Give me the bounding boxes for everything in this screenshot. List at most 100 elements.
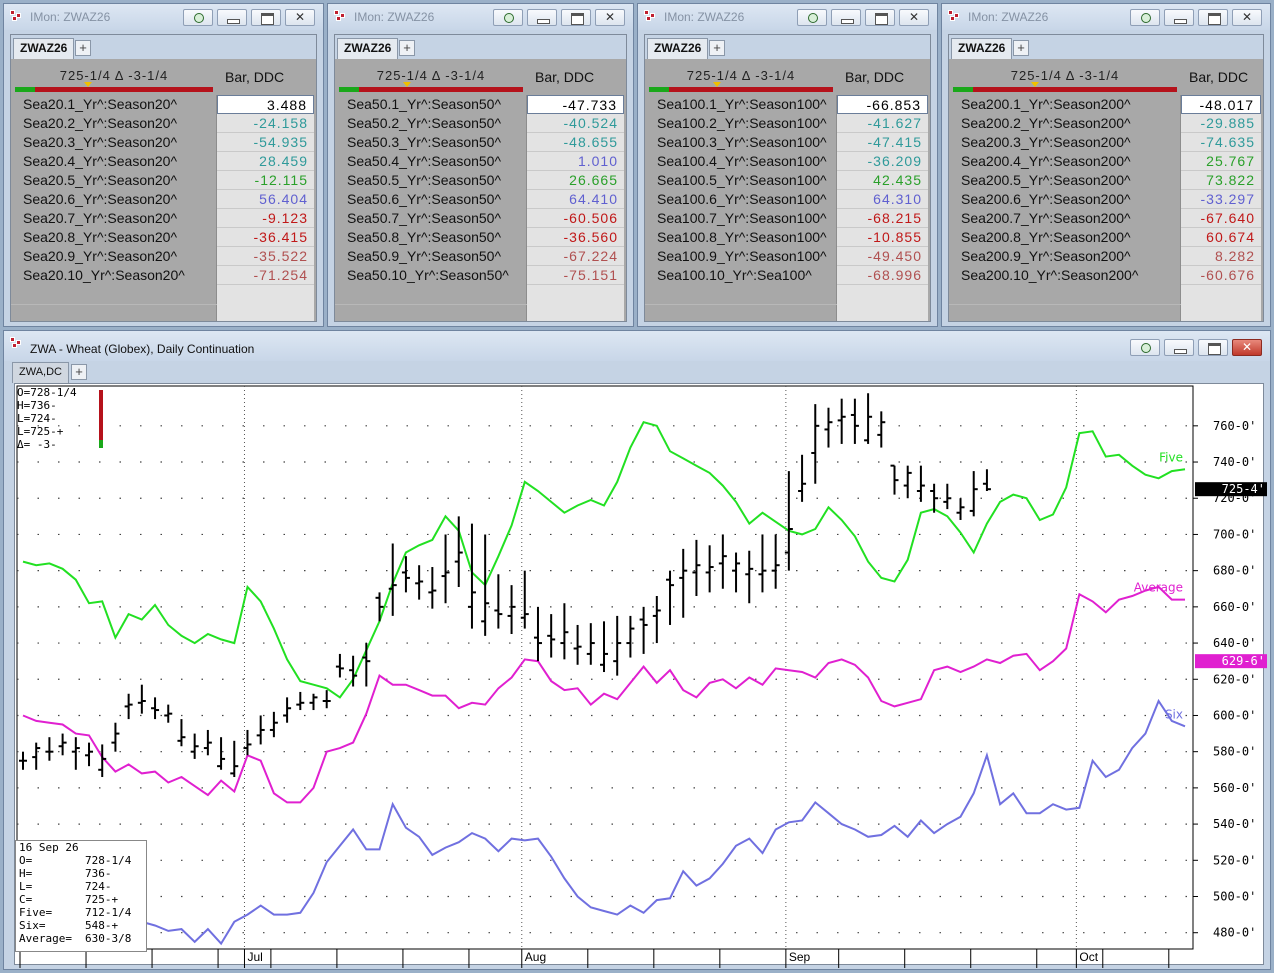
quote-window-titlebar[interactable]: IMon: ZWAZ26 ✕ bbox=[4, 4, 323, 30]
symbol-value[interactable]: -10.855 bbox=[837, 228, 928, 247]
quote-row[interactable]: Sea100.1_Yr^:Season100^ -66.853 bbox=[645, 95, 930, 114]
minimize-button[interactable] bbox=[1164, 339, 1194, 356]
symbol-value[interactable]: -68.215 bbox=[837, 209, 928, 228]
column-header-bar-ddc[interactable]: Bar, DDC bbox=[225, 69, 284, 85]
symbol-value[interactable]: -33.297 bbox=[1181, 190, 1261, 209]
minimize-button[interactable] bbox=[1164, 9, 1194, 26]
add-tab-button[interactable]: + bbox=[709, 40, 725, 56]
symbol-value[interactable]: 42.435 bbox=[837, 171, 928, 190]
quote-row[interactable]: Sea100.9_Yr^:Season100^ -49.450 bbox=[645, 247, 930, 266]
quote-row[interactable]: Sea20.1_Yr^:Season20^ 3.488 bbox=[11, 95, 316, 114]
maximize-button[interactable] bbox=[251, 9, 281, 26]
quote-row[interactable]: Sea20.6_Yr^:Season20^ 56.404 bbox=[11, 190, 316, 209]
quote-row[interactable]: Sea100.5_Yr^:Season100^ 42.435 bbox=[645, 171, 930, 190]
tab-zwaz26[interactable]: ZWAZ26 bbox=[951, 38, 1013, 59]
symbol-value[interactable]: 60.674 bbox=[1181, 228, 1261, 247]
symbol-value[interactable]: 64.310 bbox=[837, 190, 928, 209]
quote-row[interactable]: Sea100.2_Yr^:Season100^ -41.627 bbox=[645, 114, 930, 133]
column-header-bar-ddc[interactable]: Bar, DDC bbox=[1189, 69, 1248, 85]
add-tab-button[interactable]: + bbox=[1013, 40, 1029, 56]
quote-row[interactable]: Sea20.4_Yr^:Season20^ 28.459 bbox=[11, 152, 316, 171]
symbol-value[interactable]: -74.635 bbox=[1181, 133, 1261, 152]
quote-row[interactable]: Sea100.3_Yr^:Season100^ -47.415 bbox=[645, 133, 930, 152]
quote-row[interactable]: Sea20.9_Yr^:Season20^ -35.522 bbox=[11, 247, 316, 266]
quote-row[interactable]: Sea200.1_Yr^:Season200^ -48.017 bbox=[949, 95, 1263, 114]
symbol-value[interactable]: -29.885 bbox=[1181, 114, 1261, 133]
symbol-value[interactable]: -47.733 bbox=[527, 95, 624, 114]
quote-row[interactable]: Sea100.8_Yr^:Season100^ -10.855 bbox=[645, 228, 930, 247]
quote-row[interactable]: Sea20.3_Yr^:Season20^ -54.935 bbox=[11, 133, 316, 152]
link-icon[interactable] bbox=[183, 9, 213, 26]
maximize-button[interactable] bbox=[1198, 339, 1228, 356]
quote-row[interactable]: Sea50.10_Yr^:Season50^ -75.151 bbox=[335, 266, 626, 285]
maximize-button[interactable] bbox=[865, 9, 895, 26]
add-tab-button[interactable]: + bbox=[75, 40, 91, 56]
quote-row[interactable]: Sea100.7_Yr^:Season100^ -68.215 bbox=[645, 209, 930, 228]
maximize-button[interactable] bbox=[1198, 9, 1228, 26]
symbol-value[interactable]: -36.560 bbox=[527, 228, 624, 247]
symbol-value[interactable]: -67.224 bbox=[527, 247, 624, 266]
quote-row[interactable]: Sea100.4_Yr^:Season100^ -36.209 bbox=[645, 152, 930, 171]
chart-area[interactable]: 760-0' 740-0' 720-0' 700-0' 680-0' 660-0' 640-… bbox=[14, 383, 1268, 968]
symbol-value[interactable]: -41.627 bbox=[837, 114, 928, 133]
symbol-value[interactable]: 64.410 bbox=[527, 190, 624, 209]
quote-row[interactable]: Sea50.3_Yr^:Season50^ -48.655 bbox=[335, 133, 626, 152]
quote-row[interactable]: Sea50.1_Yr^:Season50^ -47.733 bbox=[335, 95, 626, 114]
symbol-value[interactable]: 56.404 bbox=[217, 190, 314, 209]
add-tab-button[interactable]: + bbox=[399, 40, 415, 56]
quote-row[interactable]: Sea20.10_Yr^:Season20^ -71.254 bbox=[11, 266, 316, 285]
quote-row[interactable]: Sea200.9_Yr^:Season200^ 8.282 bbox=[949, 247, 1263, 266]
chart-window-titlebar[interactable]: ZWA - Wheat (Globex), Daily Continuation… bbox=[4, 331, 1270, 361]
symbol-value[interactable]: 3.488 bbox=[217, 95, 314, 114]
quote-row[interactable]: Sea50.6_Yr^:Season50^ 64.410 bbox=[335, 190, 626, 209]
symbol-value[interactable]: -9.123 bbox=[217, 209, 314, 228]
tab-zwaz26[interactable]: ZWAZ26 bbox=[647, 38, 709, 59]
quote-row[interactable]: Sea50.4_Yr^:Season50^ 1.010 bbox=[335, 152, 626, 171]
quote-row[interactable]: Sea20.7_Yr^:Season20^ -9.123 bbox=[11, 209, 316, 228]
quote-row[interactable]: Sea50.5_Yr^:Season50^ 26.665 bbox=[335, 171, 626, 190]
symbol-value[interactable]: 28.459 bbox=[217, 152, 314, 171]
symbol-value[interactable]: -54.935 bbox=[217, 133, 314, 152]
quote-row[interactable]: Sea50.9_Yr^:Season50^ -67.224 bbox=[335, 247, 626, 266]
symbol-value[interactable]: 73.822 bbox=[1181, 171, 1261, 190]
close-button[interactable]: ✕ bbox=[899, 9, 929, 26]
symbol-value[interactable]: -36.209 bbox=[837, 152, 928, 171]
symbol-value[interactable]: -36.415 bbox=[217, 228, 314, 247]
symbol-value[interactable]: -60.506 bbox=[527, 209, 624, 228]
quote-row[interactable]: Sea200.7_Yr^:Season200^ -67.640 bbox=[949, 209, 1263, 228]
symbol-value[interactable]: -49.450 bbox=[837, 247, 928, 266]
link-icon[interactable] bbox=[1130, 339, 1160, 356]
link-icon[interactable] bbox=[493, 9, 523, 26]
close-button[interactable]: ✕ bbox=[285, 9, 315, 26]
close-button[interactable]: ✕ bbox=[1232, 339, 1262, 356]
quote-window-titlebar[interactable]: IMon: ZWAZ26 ✕ bbox=[638, 4, 937, 30]
link-icon[interactable] bbox=[1130, 9, 1160, 26]
symbol-value[interactable]: -68.996 bbox=[837, 266, 928, 285]
symbol-value[interactable]: -35.522 bbox=[217, 247, 314, 266]
column-header-bar-ddc[interactable]: Bar, DDC bbox=[535, 69, 594, 85]
symbol-value[interactable]: -48.017 bbox=[1181, 95, 1261, 114]
quote-window-titlebar[interactable]: IMon: ZWAZ26 ✕ bbox=[328, 4, 633, 30]
minimize-button[interactable] bbox=[831, 9, 861, 26]
quote-row[interactable]: Sea50.8_Yr^:Season50^ -36.560 bbox=[335, 228, 626, 247]
quote-row[interactable]: Sea20.2_Yr^:Season20^ -24.158 bbox=[11, 114, 316, 133]
minimize-button[interactable] bbox=[217, 9, 247, 26]
quote-row[interactable]: Sea200.3_Yr^:Season200^ -74.635 bbox=[949, 133, 1263, 152]
quote-window-titlebar[interactable]: IMon: ZWAZ26 ✕ bbox=[942, 4, 1270, 30]
symbol-value[interactable]: 8.282 bbox=[1181, 247, 1261, 266]
link-icon[interactable] bbox=[797, 9, 827, 26]
tab-zwaz26[interactable]: ZWAZ26 bbox=[13, 38, 75, 59]
tab-zwaz26[interactable]: ZWAZ26 bbox=[337, 38, 399, 59]
series-line-six[interactable] bbox=[22, 698, 1186, 946]
maximize-button[interactable] bbox=[561, 9, 591, 26]
close-button[interactable]: ✕ bbox=[595, 9, 625, 26]
symbol-value[interactable]: -40.524 bbox=[527, 114, 624, 133]
close-button[interactable]: ✕ bbox=[1232, 9, 1262, 26]
scroll-left-arrow-icon[interactable]: ⬅ bbox=[1255, 964, 1268, 968]
symbol-value[interactable]: 26.665 bbox=[527, 171, 624, 190]
quote-row[interactable]: Sea200.4_Yr^:Season200^ 25.767 bbox=[949, 152, 1263, 171]
symbol-value[interactable]: -67.640 bbox=[1181, 209, 1261, 228]
symbol-value[interactable]: 1.010 bbox=[527, 152, 624, 171]
symbol-value[interactable]: -24.158 bbox=[217, 114, 314, 133]
quote-row[interactable]: Sea50.2_Yr^:Season50^ -40.524 bbox=[335, 114, 626, 133]
